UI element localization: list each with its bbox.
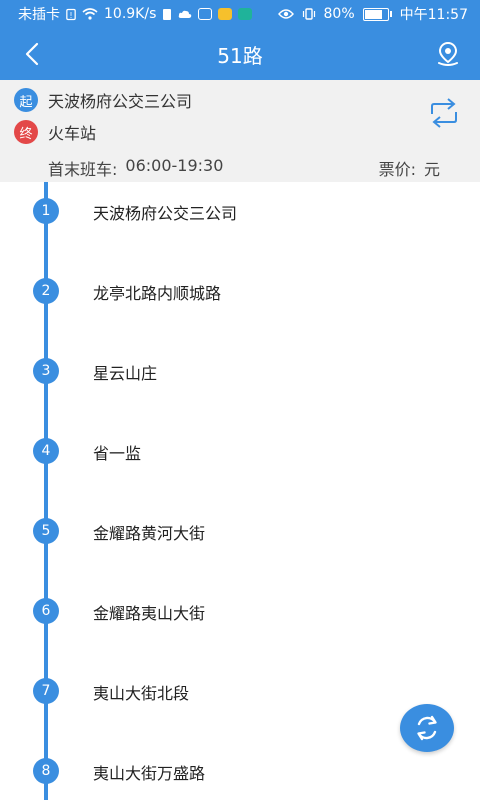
stop-name: 星云山庄 [93, 364, 158, 383]
stop-name: 天波杨府公交三公司 [93, 204, 238, 223]
app-icon [218, 8, 233, 20]
stop-number: 7 [33, 678, 59, 704]
service-hours-value: 06:00-19:30 [125, 156, 224, 175]
app-icon [198, 8, 213, 20]
app-icon [238, 8, 253, 20]
stop-name: 夷山大街北段 [93, 684, 190, 703]
service-hours: 首末班车: 06:00-19:30 [48, 156, 223, 180]
route-info-panel: 起 天波杨府公交三公司 终 火车站 首末班车: 06:00-19:30 票价: … [0, 80, 480, 182]
list-item[interactable]: 4 省一监 [0, 422, 480, 502]
list-item[interactable]: 2 龙亭北路内顺城路 [0, 262, 480, 342]
list-item[interactable]: 8 夷山大街万盛路 [0, 742, 480, 800]
clock: 中午11:57 [399, 7, 468, 23]
start-tag: 起 [14, 88, 38, 112]
ticket-price-value: 元 [423, 160, 440, 179]
eye-icon [277, 9, 294, 19]
end-stop-name: 火车站 [48, 124, 97, 143]
network-speed: 10.9K/s [104, 6, 157, 22]
ticket-price: 票价: 元 [379, 156, 440, 180]
stop-name: 夷山大街万盛路 [93, 764, 206, 783]
stop-name: 金耀路夷山大街 [93, 604, 206, 623]
list-item[interactable]: 1 天波杨府公交三公司 [0, 182, 480, 262]
stop-number: 6 [33, 598, 59, 624]
swap-direction-icon[interactable] [428, 98, 460, 128]
stop-number: 8 [33, 758, 59, 784]
service-hours-label: 首末班车: [48, 160, 118, 179]
stop-number: 1 [33, 198, 59, 224]
battery-icon [362, 7, 392, 21]
map-location-button[interactable] [428, 28, 468, 80]
sim-icon: ! [66, 8, 76, 20]
list-item[interactable]: 5 金耀路黄河大街 [0, 502, 480, 582]
stop-name: 省一监 [93, 444, 142, 463]
stop-number: 5 [33, 518, 59, 544]
status-bar: 未插卡 ! 10.9K/s 80% 中午11:57 [0, 0, 480, 28]
battery-percent: 80% [323, 6, 355, 22]
refresh-icon [417, 715, 437, 741]
stop-name: 金耀路黄河大街 [93, 524, 206, 543]
start-stop-name: 天波杨府公交三公司 [48, 92, 193, 111]
page-title: 51路 [217, 43, 263, 68]
cloud-icon [179, 10, 192, 18]
chevron-left-icon [25, 42, 39, 66]
title-bar: 51路 [0, 28, 480, 80]
notification-icon [163, 8, 172, 20]
back-button[interactable] [12, 28, 52, 80]
stop-number: 4 [33, 438, 59, 464]
ticket-price-label: 票价: [378, 160, 416, 179]
svg-text:!: ! [69, 10, 72, 19]
list-item[interactable]: 3 星云山庄 [0, 342, 480, 422]
stop-number: 3 [33, 358, 59, 384]
carrier-text: 未插卡 [18, 7, 60, 23]
refresh-button[interactable] [400, 704, 454, 752]
stop-name: 龙亭北路内顺城路 [93, 284, 222, 303]
list-item[interactable]: 6 金耀路夷山大街 [0, 582, 480, 662]
start-stop-row: 起 天波杨府公交三公司 [14, 88, 192, 112]
vibrate-icon [302, 8, 315, 20]
location-pin-icon [438, 41, 458, 66]
end-tag: 终 [14, 120, 38, 144]
stop-number: 2 [33, 278, 59, 304]
stops-list: 1 天波杨府公交三公司 2 龙亭北路内顺城路 3 星云山庄 4 省一监 5 金耀… [0, 182, 480, 800]
end-stop-row: 终 火车站 [14, 120, 96, 144]
wifi-icon [82, 8, 98, 20]
